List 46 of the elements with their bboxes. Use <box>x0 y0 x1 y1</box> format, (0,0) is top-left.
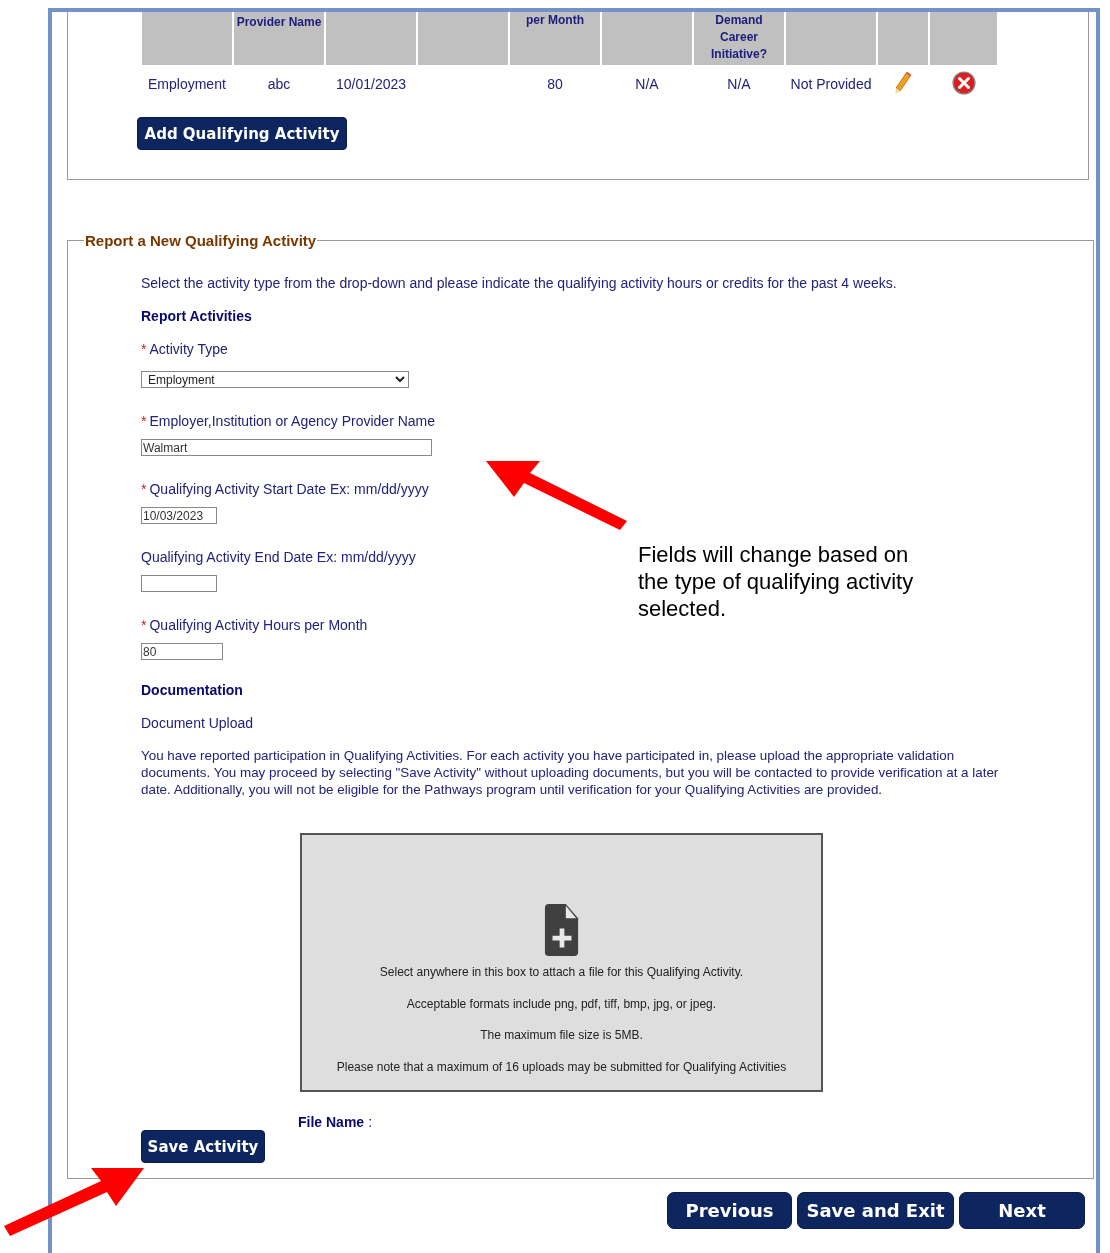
column-header: Demand Career Initiative? <box>711 13 767 61</box>
table-cell: 10/01/2023 <box>335 76 407 92</box>
field-label: Qualifying Activity Start Date Ex: mm/dd/yyyy <box>149 481 429 497</box>
section-heading: Report Activities <box>141 308 253 324</box>
save-activity-button[interactable]: Save Activity <box>141 1130 265 1163</box>
required-mark: * <box>141 481 147 497</box>
instruction-text: Select the activity type from the drop-down and please indicate the qualifying activity hours or credits for the past 4 weeks. <box>141 275 898 291</box>
field-label: Activity Type <box>149 341 228 357</box>
field-label: Employer,Institution or Agency Provider Name <box>149 413 436 429</box>
navigation-button[interactable]: Save and Exit <box>797 1192 954 1229</box>
input-field[interactable]: 10/03/2023 <box>141 507 217 524</box>
table-cell: abc <box>267 76 291 92</box>
file-name-separator: : <box>368 1114 373 1130</box>
input-field[interactable] <box>141 575 217 592</box>
file-add-icon <box>543 903 580 958</box>
required-mark: * <box>141 413 147 429</box>
navigation-button[interactable]: Previous <box>667 1192 792 1229</box>
field-label: Qualifying Activity Hours per Month <box>149 617 368 633</box>
upload-instruction: Select anywhere in this box to attach a file for this Qualifying Activity. <box>379 964 744 981</box>
column-header: Provider Name <box>236 15 322 29</box>
input-field[interactable]: 80 <box>141 643 223 660</box>
file-upload-dropzone[interactable] <box>300 833 823 1092</box>
table-cell: Not Provided <box>790 76 872 92</box>
add-activity-button[interactable]: Add Qualifying Activity <box>137 117 347 150</box>
table-cell: N/A <box>727 76 751 92</box>
documentation-note: You have reported participation in Qualifying Activities. For each activity you have participated in, please upload the appropriate validation documents. You may proceed by selecting "Save Activity" without uploading documents, but you will be contacted to provide verification at a later date. Additionally, you will not be eligible for the Pathways program until verification for your Qualifying Activities are provided. <box>141 747 1000 798</box>
upload-instruction: Please note that a maximum of 16 uploads may be submitted for Qualifying Activities <box>336 1058 787 1076</box>
upload-instruction: The maximum file size is 5MB. <box>480 1027 643 1044</box>
section-legend: Report a New Qualifying Activity <box>84 232 318 249</box>
table-cell: Employment <box>148 76 226 92</box>
table-cell: 80 <box>547 76 563 92</box>
annotation-text: Fields will change based on the type of qualifying activity selected. <box>638 541 915 622</box>
table-cell: N/A <box>635 76 659 92</box>
column-header: per Month <box>526 13 584 27</box>
delete-icon[interactable] <box>951 70 976 95</box>
input-field[interactable]: Walmart <box>141 439 432 456</box>
navigation-button[interactable]: Next <box>959 1192 1085 1229</box>
required-mark: * <box>141 341 147 357</box>
pencil-icon[interactable] <box>894 70 912 95</box>
field-label: Qualifying Activity End Date Ex: mm/dd/yyyy <box>141 549 416 565</box>
upload-instruction: Acceptable formats include png, pdf, tiff, bmp, jpg, or jpeg. <box>406 995 717 1013</box>
section-heading: Documentation <box>141 682 244 698</box>
activity-type-dropdown[interactable]: Employment <box>141 371 409 388</box>
subheading: Document Upload <box>141 715 255 731</box>
file-name-label: File Name <box>298 1114 365 1130</box>
required-mark: * <box>141 617 147 633</box>
